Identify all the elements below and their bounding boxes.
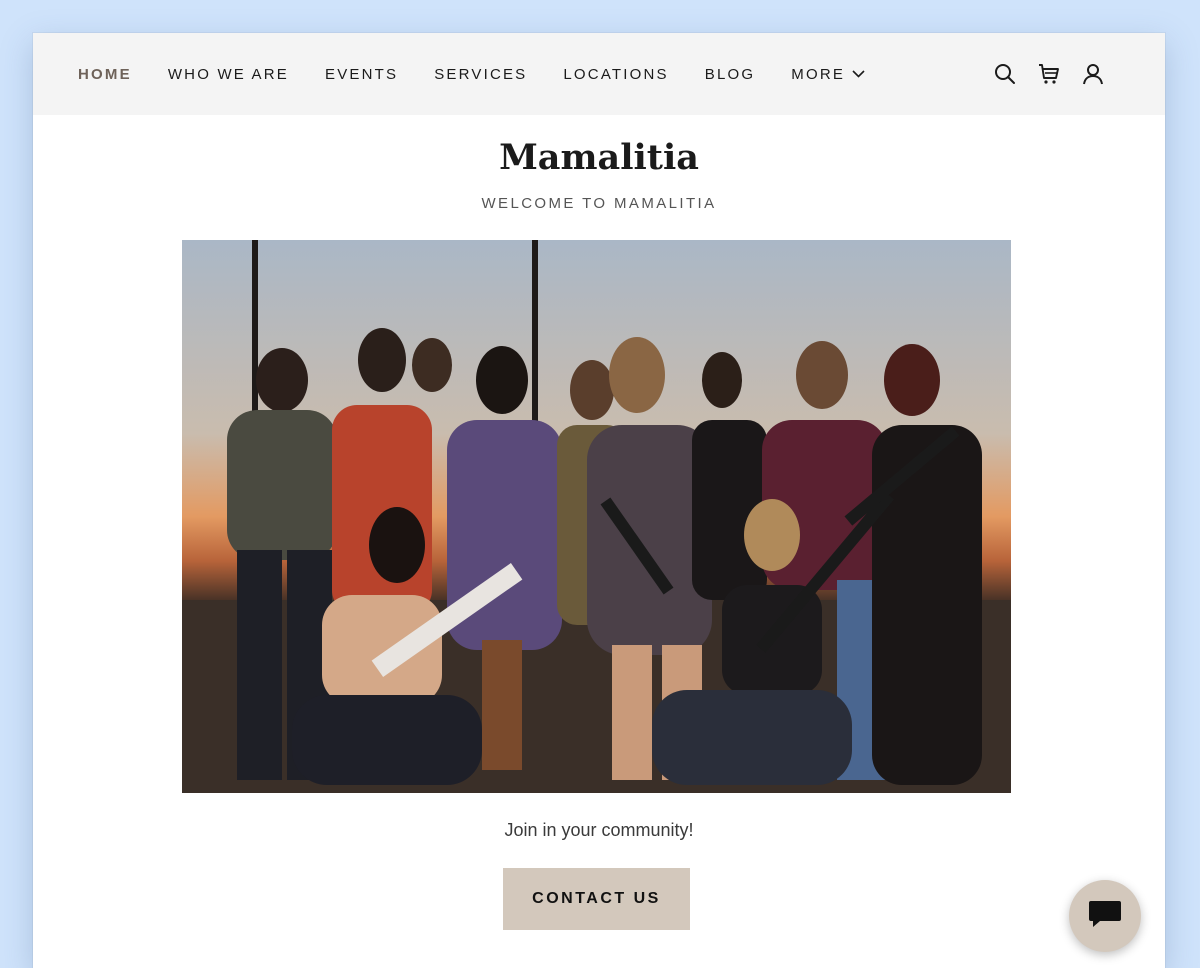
nav-blog[interactable]: BLOG xyxy=(705,66,755,83)
chat-bubble-icon xyxy=(1088,899,1122,934)
chevron-down-icon xyxy=(852,70,865,78)
site-title: Mamalitia xyxy=(499,137,699,178)
nav-events-label: EVENTS xyxy=(324,65,399,83)
navbar: HOME WHO WE ARE EVENTS SERVICES LOCATION… xyxy=(33,33,1165,115)
nav-home[interactable]: HOME xyxy=(78,66,132,83)
site-tagline: WELCOME TO MAMALITIA xyxy=(481,195,717,212)
nav-icons xyxy=(973,33,1105,115)
community-text: Join in your community! xyxy=(504,820,694,840)
nav-locations-label: LOCATIONS xyxy=(563,65,669,83)
website-page: HOME WHO WE ARE EVENTS SERVICES LOCATION… xyxy=(33,33,1165,968)
nav-services[interactable]: SERVICES xyxy=(434,66,527,83)
nav-services-label: SERVICES xyxy=(434,65,528,83)
search-icon[interactable] xyxy=(993,62,1017,86)
nav-links: HOME WHO WE ARE EVENTS SERVICES LOCATION… xyxy=(78,33,901,115)
nav-events[interactable]: EVENTS xyxy=(325,66,398,83)
hero-image xyxy=(182,240,1011,793)
contact-us-button[interactable]: CONTACT US xyxy=(503,868,690,930)
group-photo-illustration xyxy=(182,240,1011,793)
nav-locations[interactable]: LOCATIONS xyxy=(563,66,668,83)
nav-who-we-are[interactable]: WHO WE ARE xyxy=(168,66,289,83)
nav-more-label: MORE xyxy=(791,65,846,83)
chat-button[interactable] xyxy=(1069,880,1141,952)
nav-blog-label: BLOG xyxy=(704,65,756,83)
nav-who-we-are-label: WHO WE ARE xyxy=(167,65,289,83)
nav-more-dropdown[interactable]: MORE xyxy=(791,66,865,83)
account-icon[interactable] xyxy=(1081,62,1105,86)
cart-icon[interactable] xyxy=(1037,62,1061,86)
nav-home-label: HOME xyxy=(78,65,132,83)
